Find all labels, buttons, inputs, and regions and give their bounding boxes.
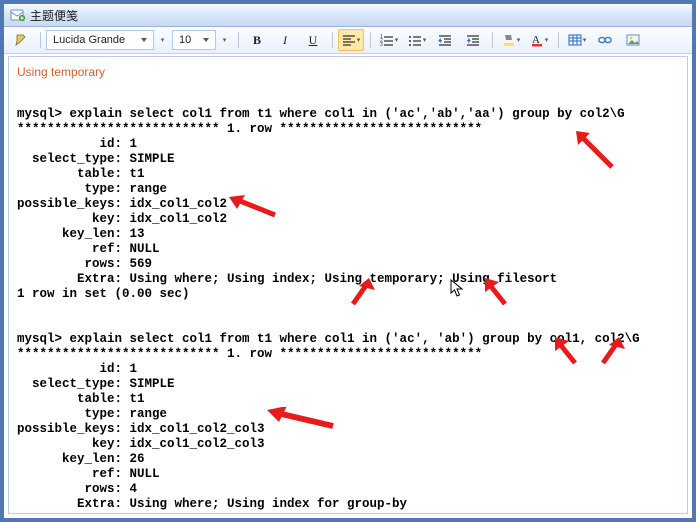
font-size-group: 10 ▾ bbox=[172, 29, 232, 51]
section-heading: Using temporary bbox=[17, 65, 679, 79]
document-body: Using temporary mysql> explain select co… bbox=[9, 57, 687, 514]
toolbar-separator bbox=[330, 30, 334, 50]
bullet-list-button[interactable]: ▾ bbox=[404, 29, 430, 51]
toolbar-separator bbox=[368, 30, 372, 50]
window-title: 主题便笺 bbox=[30, 7, 78, 24]
insert-table-button[interactable]: ▾ bbox=[564, 29, 590, 51]
toolbar-separator bbox=[236, 30, 240, 50]
highlight-color-button[interactable]: ▾ bbox=[498, 29, 524, 51]
format-painter-button[interactable] bbox=[8, 29, 34, 51]
titlebar: 主题便笺 bbox=[4, 4, 692, 27]
chevron-down-icon bbox=[141, 38, 147, 42]
underline-button[interactable]: U bbox=[300, 29, 326, 51]
sql-output-block-2: mysql> explain select col1 from t1 where… bbox=[17, 332, 679, 512]
toolbar: Lucida Grande ▾ 10 ▾ B I U ▾ bbox=[4, 27, 692, 54]
app-window: 主题便笺 Lucida Grande ▾ 10 ▾ B I U bbox=[0, 0, 696, 522]
chevron-down-icon bbox=[203, 38, 209, 42]
editor-viewport[interactable]: Using temporary mysql> explain select co… bbox=[8, 56, 688, 514]
font-size-value: 10 bbox=[179, 34, 191, 46]
indent-button[interactable] bbox=[460, 29, 486, 51]
font-name-value: Lucida Grande bbox=[53, 34, 125, 46]
toolbar-separator bbox=[490, 30, 494, 50]
font-name-group: Lucida Grande ▾ bbox=[46, 29, 170, 51]
italic-button[interactable]: I bbox=[272, 29, 298, 51]
numbered-list-button[interactable]: 123 ▾ bbox=[376, 29, 402, 51]
insert-image-button[interactable] bbox=[620, 29, 646, 51]
font-name-select[interactable]: Lucida Grande bbox=[46, 30, 154, 50]
svg-text:3: 3 bbox=[380, 42, 383, 46]
font-size-dropdown-button[interactable]: ▾ bbox=[216, 29, 232, 51]
font-size-select[interactable]: 10 bbox=[172, 30, 216, 50]
bold-button[interactable]: B bbox=[244, 29, 270, 51]
mouse-cursor-icon bbox=[450, 279, 463, 297]
insert-link-button[interactable] bbox=[592, 29, 618, 51]
toolbar-separator bbox=[38, 30, 42, 50]
outdent-button[interactable] bbox=[432, 29, 458, 51]
sql-output-block-1: mysql> explain select col1 from t1 where… bbox=[17, 107, 679, 302]
font-color-button[interactable]: A ▾ bbox=[526, 29, 552, 51]
app-icon bbox=[10, 7, 26, 23]
align-button[interactable]: ▾ bbox=[338, 29, 364, 51]
toolbar-separator bbox=[556, 30, 560, 50]
font-name-dropdown-button[interactable]: ▾ bbox=[154, 29, 170, 51]
